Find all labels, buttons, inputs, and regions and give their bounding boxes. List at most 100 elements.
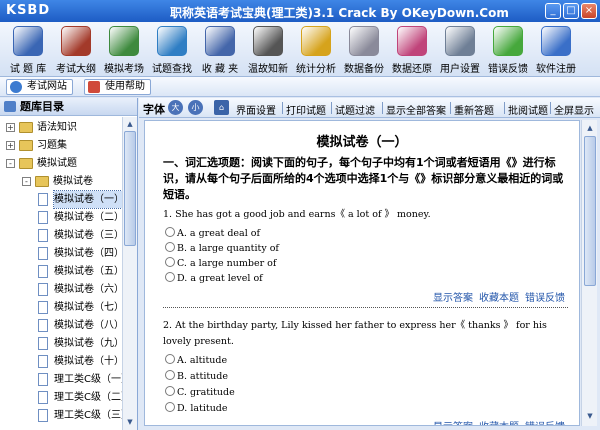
radio-icon[interactable] xyxy=(165,402,175,412)
collapse-icon[interactable]: - xyxy=(6,159,15,168)
help-label: 使用帮助 xyxy=(105,81,145,92)
mock-exam-icon xyxy=(109,26,139,56)
tree-item-label: 模拟试卷（七） xyxy=(54,302,122,313)
font-small-button[interactable]: 小 xyxy=(188,100,203,115)
toolbar-button-10[interactable]: 错误反馈 xyxy=(484,22,532,77)
folder-icon xyxy=(19,122,33,133)
scroll-up-icon[interactable]: ▲ xyxy=(584,122,596,134)
question-1-option-a[interactable]: A. a great deal of xyxy=(165,226,260,241)
minimize-icon[interactable]: _ xyxy=(545,3,561,19)
document-icon xyxy=(38,247,48,260)
font-large-button[interactable]: 大 xyxy=(168,100,183,115)
content-toolbar-item-5[interactable]: 批阅试题 xyxy=(508,102,548,117)
content-scrollbar[interactable]: ▲ ▼ xyxy=(581,120,597,426)
toolbar-button-6[interactable]: 统计分析 xyxy=(292,22,340,77)
content-toolbar-item-4[interactable]: 重新答题 xyxy=(454,102,494,117)
separator xyxy=(550,102,551,114)
toolbar-button-0[interactable]: 试 题 库 xyxy=(4,22,52,77)
toolbar-button-1[interactable]: 考试大纲 xyxy=(52,22,100,77)
tree-item-label: 模拟试卷（十） xyxy=(54,356,122,367)
radio-icon[interactable] xyxy=(165,227,175,237)
register-icon xyxy=(541,26,571,56)
question-1-text: 1. She has got a good job and earns《 a l… xyxy=(163,209,431,220)
document-icon xyxy=(38,301,48,314)
folder-icon xyxy=(35,176,49,187)
toolbar-button-4[interactable]: 收 藏 夹 xyxy=(196,22,244,77)
tree-item-label: 习题集 xyxy=(37,140,67,151)
scroll-thumb[interactable] xyxy=(124,131,136,246)
catalog-icon xyxy=(4,101,16,112)
tree-item-label: 模拟试卷（三） xyxy=(54,230,122,241)
content-toolbar-item-1[interactable]: 打印试题 xyxy=(286,102,326,117)
close-icon[interactable]: × xyxy=(581,3,597,19)
scroll-down-icon[interactable]: ▼ xyxy=(124,416,136,428)
review-icon xyxy=(253,26,283,56)
collapse-icon[interactable]: - xyxy=(22,177,31,186)
expand-icon[interactable]: + xyxy=(6,141,15,150)
document-icon xyxy=(38,229,48,242)
document-icon xyxy=(38,283,48,296)
favorite-link[interactable]: 收藏本题 xyxy=(479,422,519,425)
toolbar-label: 试题查找 xyxy=(152,64,192,75)
document-icon xyxy=(38,409,48,422)
content-toolbar-item-6[interactable]: 全屏显示 xyxy=(554,102,594,117)
radio-icon[interactable] xyxy=(165,272,175,282)
show-answer-link[interactable]: 显示答案 xyxy=(433,422,473,425)
separator xyxy=(504,102,505,114)
help-button[interactable]: 使用帮助 xyxy=(84,79,151,95)
radio-icon[interactable] xyxy=(165,386,175,396)
tree-item-label: 理工类C级（三） xyxy=(54,410,122,421)
question-1-option-b[interactable]: B. a large quantity of xyxy=(165,241,279,256)
tree-item-label: 模拟试卷（九） xyxy=(54,338,122,349)
scroll-up-icon[interactable]: ▲ xyxy=(124,118,136,130)
toolbar-button-7[interactable]: 数据备份 xyxy=(340,22,388,77)
question-1-option-c[interactable]: C. a large number of xyxy=(165,256,276,271)
tree-item-label: 模拟试卷（六） xyxy=(54,284,122,295)
catalog-scrollbar[interactable]: ▲ ▼ xyxy=(122,117,137,430)
question-2-links: 显示答案 收藏本题 错误反馈 xyxy=(427,418,565,425)
question-1-links: 显示答案 收藏本题 错误反馈 xyxy=(427,289,565,304)
radio-icon[interactable] xyxy=(165,354,175,364)
toolbar-label: 考试大纲 xyxy=(56,64,96,75)
content-toolbar-item-3[interactable]: 显示全部答案 xyxy=(386,102,446,117)
favorite-link[interactable]: 收藏本题 xyxy=(479,293,519,304)
content-toolbar-item-0[interactable]: 界面设置 xyxy=(236,102,276,117)
exam-website-button[interactable]: 考试网站 xyxy=(6,79,73,95)
expand-icon[interactable]: + xyxy=(6,123,15,132)
toolbar-button-3[interactable]: 试题查找 xyxy=(148,22,196,77)
document-icon xyxy=(38,265,48,278)
toolbar-button-11[interactable]: 软件注册 xyxy=(532,22,580,77)
toolbar-button-5[interactable]: 温故知新 xyxy=(244,22,292,77)
option-label: D. a great level of xyxy=(177,273,263,284)
exam-content: 模拟试卷（一） 一、词汇选项题：阅读下面的句子，每个句子中均有1个词或者短语用《… xyxy=(144,120,580,426)
toolbar-button-2[interactable]: 模拟考场 xyxy=(100,22,148,77)
report-error-link[interactable]: 错误反馈 xyxy=(525,293,565,304)
help-icon xyxy=(88,81,100,93)
question-2-option-d[interactable]: D. latitude xyxy=(165,401,228,416)
question-1-option-d[interactable]: D. a great level of xyxy=(165,271,263,286)
question-2-option-a[interactable]: A. altitude xyxy=(165,353,227,368)
radio-icon[interactable] xyxy=(165,370,175,380)
document-icon xyxy=(38,373,48,386)
syllabus-icon xyxy=(61,26,91,56)
app-logo: KSBD xyxy=(6,3,51,18)
scroll-down-icon[interactable]: ▼ xyxy=(584,410,596,422)
content-toolbar-item-2[interactable]: 试题过滤 xyxy=(335,102,375,117)
favorites-icon xyxy=(205,26,235,56)
toolbar-button-9[interactable]: 用户设置 xyxy=(436,22,484,77)
question-2-option-c[interactable]: C. gratitude xyxy=(165,385,235,400)
toolbar-label: 温故知新 xyxy=(248,64,288,75)
nav-bar: 考试网站 使用帮助 xyxy=(0,77,600,97)
show-answer-link[interactable]: 显示答案 xyxy=(433,293,473,304)
radio-icon[interactable] xyxy=(165,242,175,252)
report-error-link[interactable]: 错误反馈 xyxy=(525,422,565,425)
document-icon xyxy=(38,337,48,350)
question-2-option-b[interactable]: B. attitude xyxy=(165,369,228,384)
radio-icon[interactable] xyxy=(165,257,175,267)
section-instructions: 一、词汇选项题：阅读下面的句子，每个句子中均有1个词或者短语用《》进行标识，请从… xyxy=(163,156,564,201)
home-icon[interactable]: ⌂ xyxy=(214,100,229,115)
maximize-icon[interactable]: □ xyxy=(563,3,579,19)
toolbar-button-8[interactable]: 数据还原 xyxy=(388,22,436,77)
scroll-thumb[interactable] xyxy=(584,136,596,286)
tree-item-label: 理工类C级（二） xyxy=(54,392,122,403)
